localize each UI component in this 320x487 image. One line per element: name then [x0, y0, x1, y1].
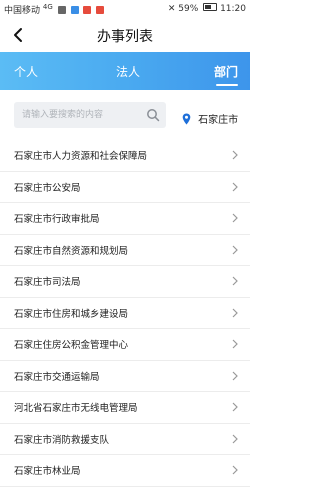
list-item[interactable]: 石家庄市自然资源和规划局 [0, 235, 250, 266]
location-pin-icon [182, 113, 191, 125]
chevron-right-icon [232, 276, 238, 286]
chevron-right-icon [232, 245, 238, 254]
list-item-label: 河北省石家庄市无线电管理局 [14, 403, 138, 414]
chevron-right-icon [232, 371, 238, 380]
list-item[interactable]: 石家庄市消防救援支队 [0, 424, 250, 455]
carrier-label: 中国移动 [4, 6, 41, 16]
battery-icon [203, 3, 218, 11]
tab-bar: 个人 法人 部门 [0, 52, 250, 90]
list-item-label: 石家庄市交通运输局 [14, 371, 100, 383]
app-icon-2 [96, 6, 105, 14]
status-left: 中国移动 4G [4, 3, 105, 16]
clock: 11:20 [220, 4, 246, 14]
list-item-label: 石家庄市公安局 [14, 182, 81, 194]
list-item-label: 石家庄市消防救援支队 [14, 434, 110, 446]
tab-department[interactable]: 部门 [214, 63, 238, 80]
list-item[interactable]: 石家庄市人力资源和社会保障局 [0, 140, 250, 172]
list-item[interactable]: 石家庄市住房和城乡建设局 [0, 298, 250, 329]
chevron-right-icon [232, 308, 238, 317]
mute-icon: ✕ [167, 4, 176, 14]
list-item-label: 石家庄市司法局 [14, 277, 81, 288]
notification-icon [70, 6, 79, 14]
list-item-label: 石家庄市住房和城乡建设局 [14, 308, 129, 320]
page-title: 办事列表 [97, 29, 153, 45]
list-item-label: 石家庄市人力资源和社会保障局 [14, 151, 148, 162]
list-item-label: 石家庄住房公积金管理中心 [14, 340, 129, 351]
list-item[interactable]: 石家庄市公安局 [0, 172, 250, 203]
list-item[interactable]: 石家庄市司法局 [0, 266, 250, 298]
chevron-right-icon [232, 465, 238, 475]
active-tab-indicator [216, 84, 238, 86]
status-right: ✕ 59% 11:20 [168, 3, 246, 14]
tab-legal-person[interactable]: 法人 [116, 63, 140, 80]
search-input[interactable] [22, 102, 142, 128]
search-box[interactable] [14, 102, 166, 128]
title-bar: 办事列表 [0, 18, 250, 52]
location-selector[interactable]: 石家庄市 [182, 108, 238, 127]
department-list: 石家庄市人力资源和社会保障局 石家庄市公安局 石家庄市行政审批局 石家庄市自然资… [0, 140, 250, 487]
status-bar: 中国移动 4G ✕ 59% 11:20 [0, 0, 250, 18]
location-city: 石家庄市 [198, 115, 239, 126]
chevron-right-icon [232, 182, 238, 191]
network-type: 4G [42, 3, 53, 11]
chevron-right-icon [232, 213, 238, 223]
chevron-right-icon [232, 434, 238, 443]
search-row: 石家庄市 [0, 90, 250, 140]
list-item-label: 石家庄市林业局 [14, 466, 81, 477]
list-item-label: 石家庄市行政审批局 [14, 214, 100, 225]
list-item[interactable]: 河北省石家庄市无线电管理局 [0, 392, 250, 424]
tab-personal[interactable]: 个人 [14, 63, 38, 80]
list-item[interactable]: 石家庄住房公积金管理中心 [0, 329, 250, 361]
app-icon [83, 6, 92, 14]
list-item[interactable]: 石家庄市交通运输局 [0, 361, 250, 392]
battery-label: 59% [178, 4, 199, 14]
chevron-right-icon [232, 402, 238, 412]
search-icon[interactable] [146, 108, 160, 122]
list-item[interactable]: 石家庄市行政审批局 [0, 203, 250, 235]
chevron-right-icon [232, 339, 238, 349]
wifi-icon [57, 6, 66, 14]
chevron-right-icon [232, 150, 238, 160]
list-item-label: 石家庄市自然资源和规划局 [14, 245, 129, 257]
